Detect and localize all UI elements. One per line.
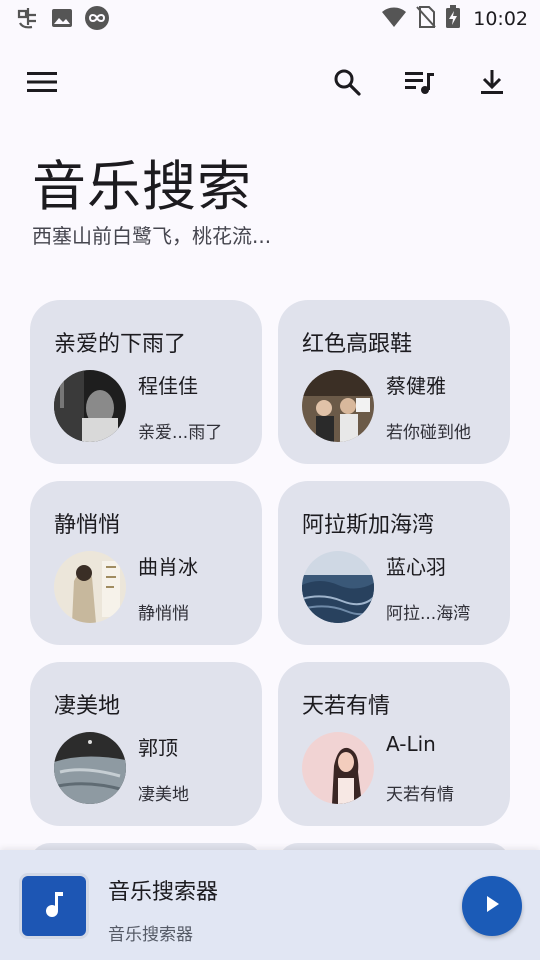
notification-icons xyxy=(14,5,110,35)
song-title: 凄美地 xyxy=(54,694,121,719)
status-bar: 10:02 xyxy=(0,0,540,36)
song-album: 若你碰到他 xyxy=(386,423,471,443)
download-icon xyxy=(479,68,505,100)
player-subtitle: 音乐搜索器 xyxy=(108,925,193,945)
song-card[interactable]: 亲爱的下雨了 程佳佳 亲爱...雨了 xyxy=(30,300,262,464)
album-cover xyxy=(54,551,126,623)
song-album: 阿拉...海湾 xyxy=(386,604,471,624)
no-sim-icon xyxy=(415,5,437,33)
download-button[interactable] xyxy=(468,60,516,108)
song-album: 静悄悄 xyxy=(138,604,189,624)
song-artist: A-Lin xyxy=(386,732,436,756)
page-subtitle: 西塞山前白鹭飞，桃花流... xyxy=(32,224,272,248)
song-album: 凄美地 xyxy=(138,785,189,805)
music-note-icon xyxy=(43,890,65,922)
playlist-button[interactable] xyxy=(396,60,444,108)
song-title: 天若有情 xyxy=(302,694,391,719)
song-card[interactable]: 红色高跟鞋 蔡健雅 若你碰到他 xyxy=(278,300,510,464)
mini-player[interactable]: 音乐搜索器 音乐搜索器 xyxy=(0,850,540,960)
search-icon xyxy=(333,68,361,100)
clock: 10:02 xyxy=(473,8,528,30)
infinity-notification-icon xyxy=(84,5,110,35)
album-cover xyxy=(54,370,126,442)
song-artist: 蓝心羽 xyxy=(386,555,446,579)
image-notification-icon xyxy=(50,6,74,34)
top-app-bar xyxy=(0,60,540,108)
song-album: 天若有情 xyxy=(386,785,454,805)
song-title: 亲爱的下雨了 xyxy=(54,332,187,357)
song-title: 静悄悄 xyxy=(54,513,121,538)
play-button[interactable] xyxy=(462,876,522,936)
song-artist: 郭顶 xyxy=(138,736,178,760)
player-artwork xyxy=(22,876,86,936)
page-title: 音乐搜索 xyxy=(32,155,252,218)
wifi-icon xyxy=(381,6,407,32)
song-card[interactable]: 静悄悄 曲肖冰 静悄悄 xyxy=(30,481,262,645)
menu-button[interactable] xyxy=(18,60,66,108)
song-album: 亲爱...雨了 xyxy=(138,423,223,443)
song-card[interactable]: 天若有情 A-Lin 天若有情 xyxy=(278,662,510,826)
player-title: 音乐搜索器 xyxy=(108,880,219,905)
playlist-icon xyxy=(405,69,435,99)
bug-notification-icon xyxy=(14,5,40,35)
menu-icon xyxy=(27,71,57,97)
play-icon xyxy=(483,894,501,918)
song-artist: 程佳佳 xyxy=(138,374,198,398)
album-cover xyxy=(302,551,374,623)
song-artist: 曲肖冰 xyxy=(138,555,198,579)
song-card[interactable]: 阿拉斯加海湾 蓝心羽 阿拉...海湾 xyxy=(278,481,510,645)
album-cover xyxy=(54,732,126,804)
song-title: 阿拉斯加海湾 xyxy=(302,513,435,538)
system-icons: 10:02 xyxy=(381,5,528,33)
song-card[interactable]: 凄美地 郭顶 凄美地 xyxy=(30,662,262,826)
search-button[interactable] xyxy=(323,60,371,108)
album-cover xyxy=(302,732,374,804)
song-artist: 蔡健雅 xyxy=(386,374,446,398)
battery-charging-icon xyxy=(445,5,461,33)
album-cover xyxy=(302,370,374,442)
song-title: 红色高跟鞋 xyxy=(302,332,413,357)
